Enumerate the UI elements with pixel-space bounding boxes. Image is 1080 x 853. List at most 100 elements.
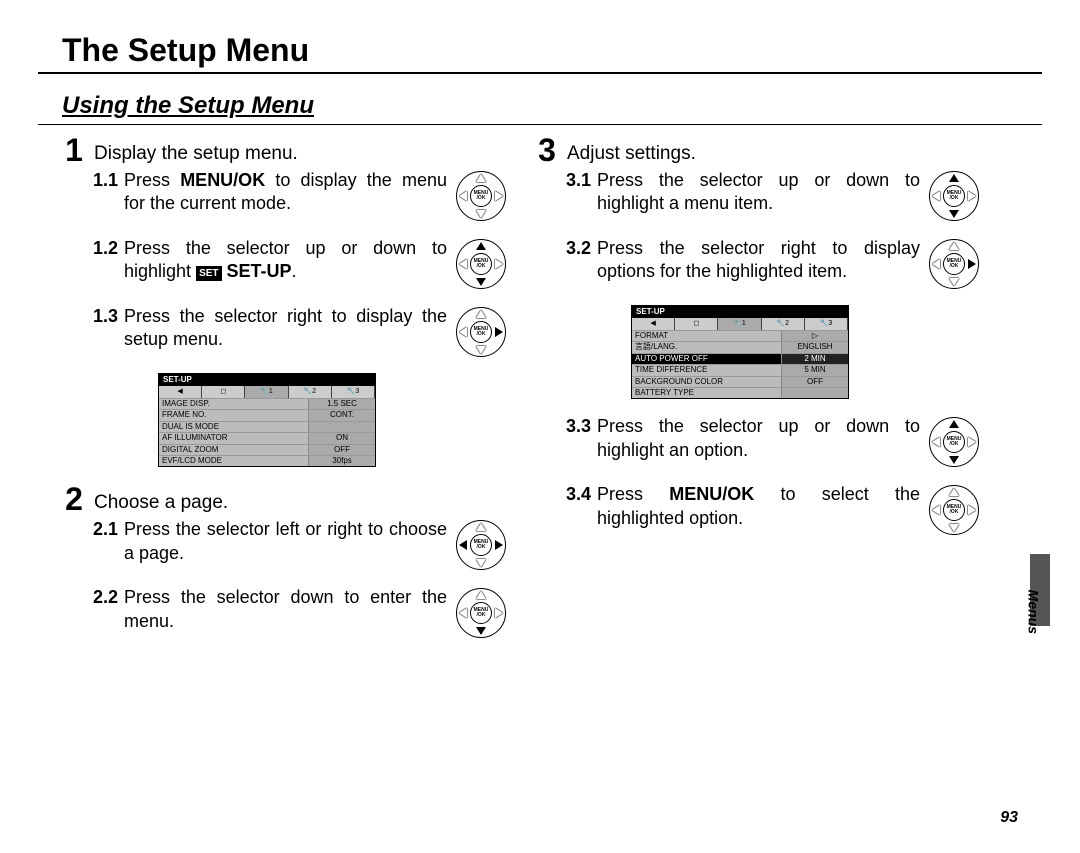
substep-text: Press the selector right to display opti… xyxy=(597,237,920,289)
dpad-center-label: MENU/OK xyxy=(470,534,492,556)
selector-icon-center: MENU/OK xyxy=(926,483,982,535)
dpad-icon: MENU/OK xyxy=(456,307,506,357)
dpad-icon: MENU/OK xyxy=(929,171,979,221)
substep-1-3: 1.3 Press the selector right to display … xyxy=(62,305,509,357)
menu-tab: 🔧1 xyxy=(245,386,288,398)
step-head: Choose a page. xyxy=(94,483,228,516)
menu-tab: ◻ xyxy=(202,386,245,398)
substep-number: 1.3 xyxy=(90,305,118,357)
left-column: 1 Display the setup menu. 1.1 Press MENU… xyxy=(62,134,509,654)
substep-text: Press the selector right to display the … xyxy=(124,305,447,357)
substep-number: 3.2 xyxy=(563,237,591,289)
right-column: 3 Adjust settings. 3.1 Press the selecto… xyxy=(535,134,982,654)
page-title: The Setup Menu xyxy=(62,30,309,72)
menu-value xyxy=(308,422,375,432)
substep-number: 3.4 xyxy=(563,483,591,535)
step-3: 3 Adjust settings. xyxy=(535,134,982,167)
menu-row: FORMAT▷ xyxy=(632,330,848,341)
selector-icon-updown: MENU/OK xyxy=(926,169,982,221)
menu-row: IMAGE DISP.1.5 SEC xyxy=(159,398,375,409)
menu-tab: ◀ xyxy=(632,318,675,330)
menu-value: 30fps xyxy=(308,456,375,466)
substep-text: Press MENU/OK to display the menu for th… xyxy=(124,169,447,221)
selector-icon-updown: MENU/OK xyxy=(453,237,509,289)
substep-3-2: 3.2 Press the selector right to display … xyxy=(535,237,982,289)
menu-tab: 🔧2 xyxy=(289,386,332,398)
menu-tab: ◻ xyxy=(675,318,718,330)
menu-key: 言語/LANG. xyxy=(632,342,781,352)
dpad-icon: MENU/OK xyxy=(456,171,506,221)
step-1: 1 Display the setup menu. xyxy=(62,134,509,167)
selector-icon-leftright: MENU/OK xyxy=(453,518,509,570)
set-badge-icon: SET xyxy=(196,266,221,281)
substep-1-2: 1.2 Press the selector up or down to hig… xyxy=(62,237,509,289)
dpad-icon: MENU/OK xyxy=(456,588,506,638)
menu-row: BATTERY TYPE xyxy=(632,387,848,398)
selector-icon-down: MENU/OK xyxy=(453,586,509,638)
section-title: Using the Setup Menu xyxy=(62,90,314,121)
substep-3-4: 3.4 Press MENU/OK to select the highligh… xyxy=(535,483,982,535)
menu-tab: ◀ xyxy=(159,386,202,398)
dpad-center-label: MENU/OK xyxy=(470,185,492,207)
menu-tab: 🔧1 xyxy=(718,318,761,330)
menu-row: FRAME NO.CONT. xyxy=(159,409,375,420)
substep-3-1: 3.1 Press the selector up or down to hig… xyxy=(535,169,982,221)
menu-row: AUTO POWER OFF2 MIN xyxy=(632,353,848,364)
rule-top xyxy=(38,72,1042,74)
substep-number: 2.2 xyxy=(90,586,118,638)
selector-icon-center: MENU/OK xyxy=(453,169,509,221)
menu-screen-2: SET-UP◀◻🔧1🔧2🔧3FORMAT▷言語/LANG.ENGLISHAUTO… xyxy=(631,305,849,400)
menu-row: TIME DIFFERENCE5 MIN xyxy=(632,364,848,375)
menu-row: BACKGROUND COLOROFF xyxy=(632,376,848,387)
menu-value: OFF xyxy=(781,377,848,387)
menu-key: DUAL IS MODE xyxy=(159,422,308,432)
menu-key: FRAME NO. xyxy=(159,410,308,420)
menu-tabs: ◀◻🔧1🔧2🔧3 xyxy=(632,318,848,330)
menu-value: ▷ xyxy=(781,331,848,341)
step-head: Display the setup menu. xyxy=(94,134,298,167)
dpad-center-label: MENU/OK xyxy=(943,253,965,275)
substep-3-3: 3.3 Press the selector up or down to hig… xyxy=(535,415,982,467)
menu-title: SET-UP xyxy=(159,374,375,386)
menu-value: 1.5 SEC xyxy=(308,399,375,409)
substep-2-1: 2.1 Press the selector left or right to … xyxy=(62,518,509,570)
menu-key: DIGITAL ZOOM xyxy=(159,445,308,455)
menu-screen-1: SET-UP◀◻🔧1🔧2🔧3IMAGE DISP.1.5 SECFRAME NO… xyxy=(158,373,376,468)
step-head: Adjust settings. xyxy=(567,134,696,167)
menu-value: 5 MIN xyxy=(781,365,848,375)
menu-row: AF ILLUMINATORON xyxy=(159,432,375,443)
menu-key: IMAGE DISP. xyxy=(159,399,308,409)
selector-icon-right: MENU/OK xyxy=(453,305,509,357)
substep-text: Press the selector up or down to highlig… xyxy=(597,169,920,221)
menu-row: DIGITAL ZOOMOFF xyxy=(159,444,375,455)
substep-text: Press the selector up or down to highlig… xyxy=(597,415,920,467)
substep-number: 1.2 xyxy=(90,237,118,289)
menu-key: BACKGROUND COLOR xyxy=(632,377,781,387)
dpad-icon: MENU/OK xyxy=(929,485,979,535)
menu-tab: 🔧3 xyxy=(332,386,375,398)
menu-row: EVF/LCD MODE30fps xyxy=(159,455,375,466)
substep-number: 2.1 xyxy=(90,518,118,570)
dpad-icon: MENU/OK xyxy=(456,520,506,570)
menu-title: SET-UP xyxy=(632,306,848,318)
dpad-center-label: MENU/OK xyxy=(470,253,492,275)
page-number: 93 xyxy=(1000,808,1018,829)
side-section-label: Menus xyxy=(1024,590,1042,634)
substep-text: Press the selector up or down to highlig… xyxy=(124,237,447,289)
dpad-center-label: MENU/OK xyxy=(943,499,965,521)
menu-key: AF ILLUMINATOR xyxy=(159,433,308,443)
page: The Setup Menu Using the Setup Menu 1 Di… xyxy=(0,0,1080,853)
step-number: 1 xyxy=(62,134,86,167)
menu-row: DUAL IS MODE xyxy=(159,421,375,432)
substep-1-1: 1.1 Press MENU/OK to display the menu fo… xyxy=(62,169,509,221)
menu-tab: 🔧2 xyxy=(762,318,805,330)
step-number: 3 xyxy=(535,134,559,167)
menu-tabs: ◀◻🔧1🔧2🔧3 xyxy=(159,386,375,398)
dpad-icon: MENU/OK xyxy=(929,239,979,289)
menu-key: EVF/LCD MODE xyxy=(159,456,308,466)
substep-text: Press the selector left or right to choo… xyxy=(124,518,447,570)
dpad-icon: MENU/OK xyxy=(456,239,506,289)
substep-text: Press MENU/OK to select the highlighted … xyxy=(597,483,920,535)
substep-2-2: 2.2 Press the selector down to enter the… xyxy=(62,586,509,638)
dpad-center-label: MENU/OK xyxy=(943,185,965,207)
